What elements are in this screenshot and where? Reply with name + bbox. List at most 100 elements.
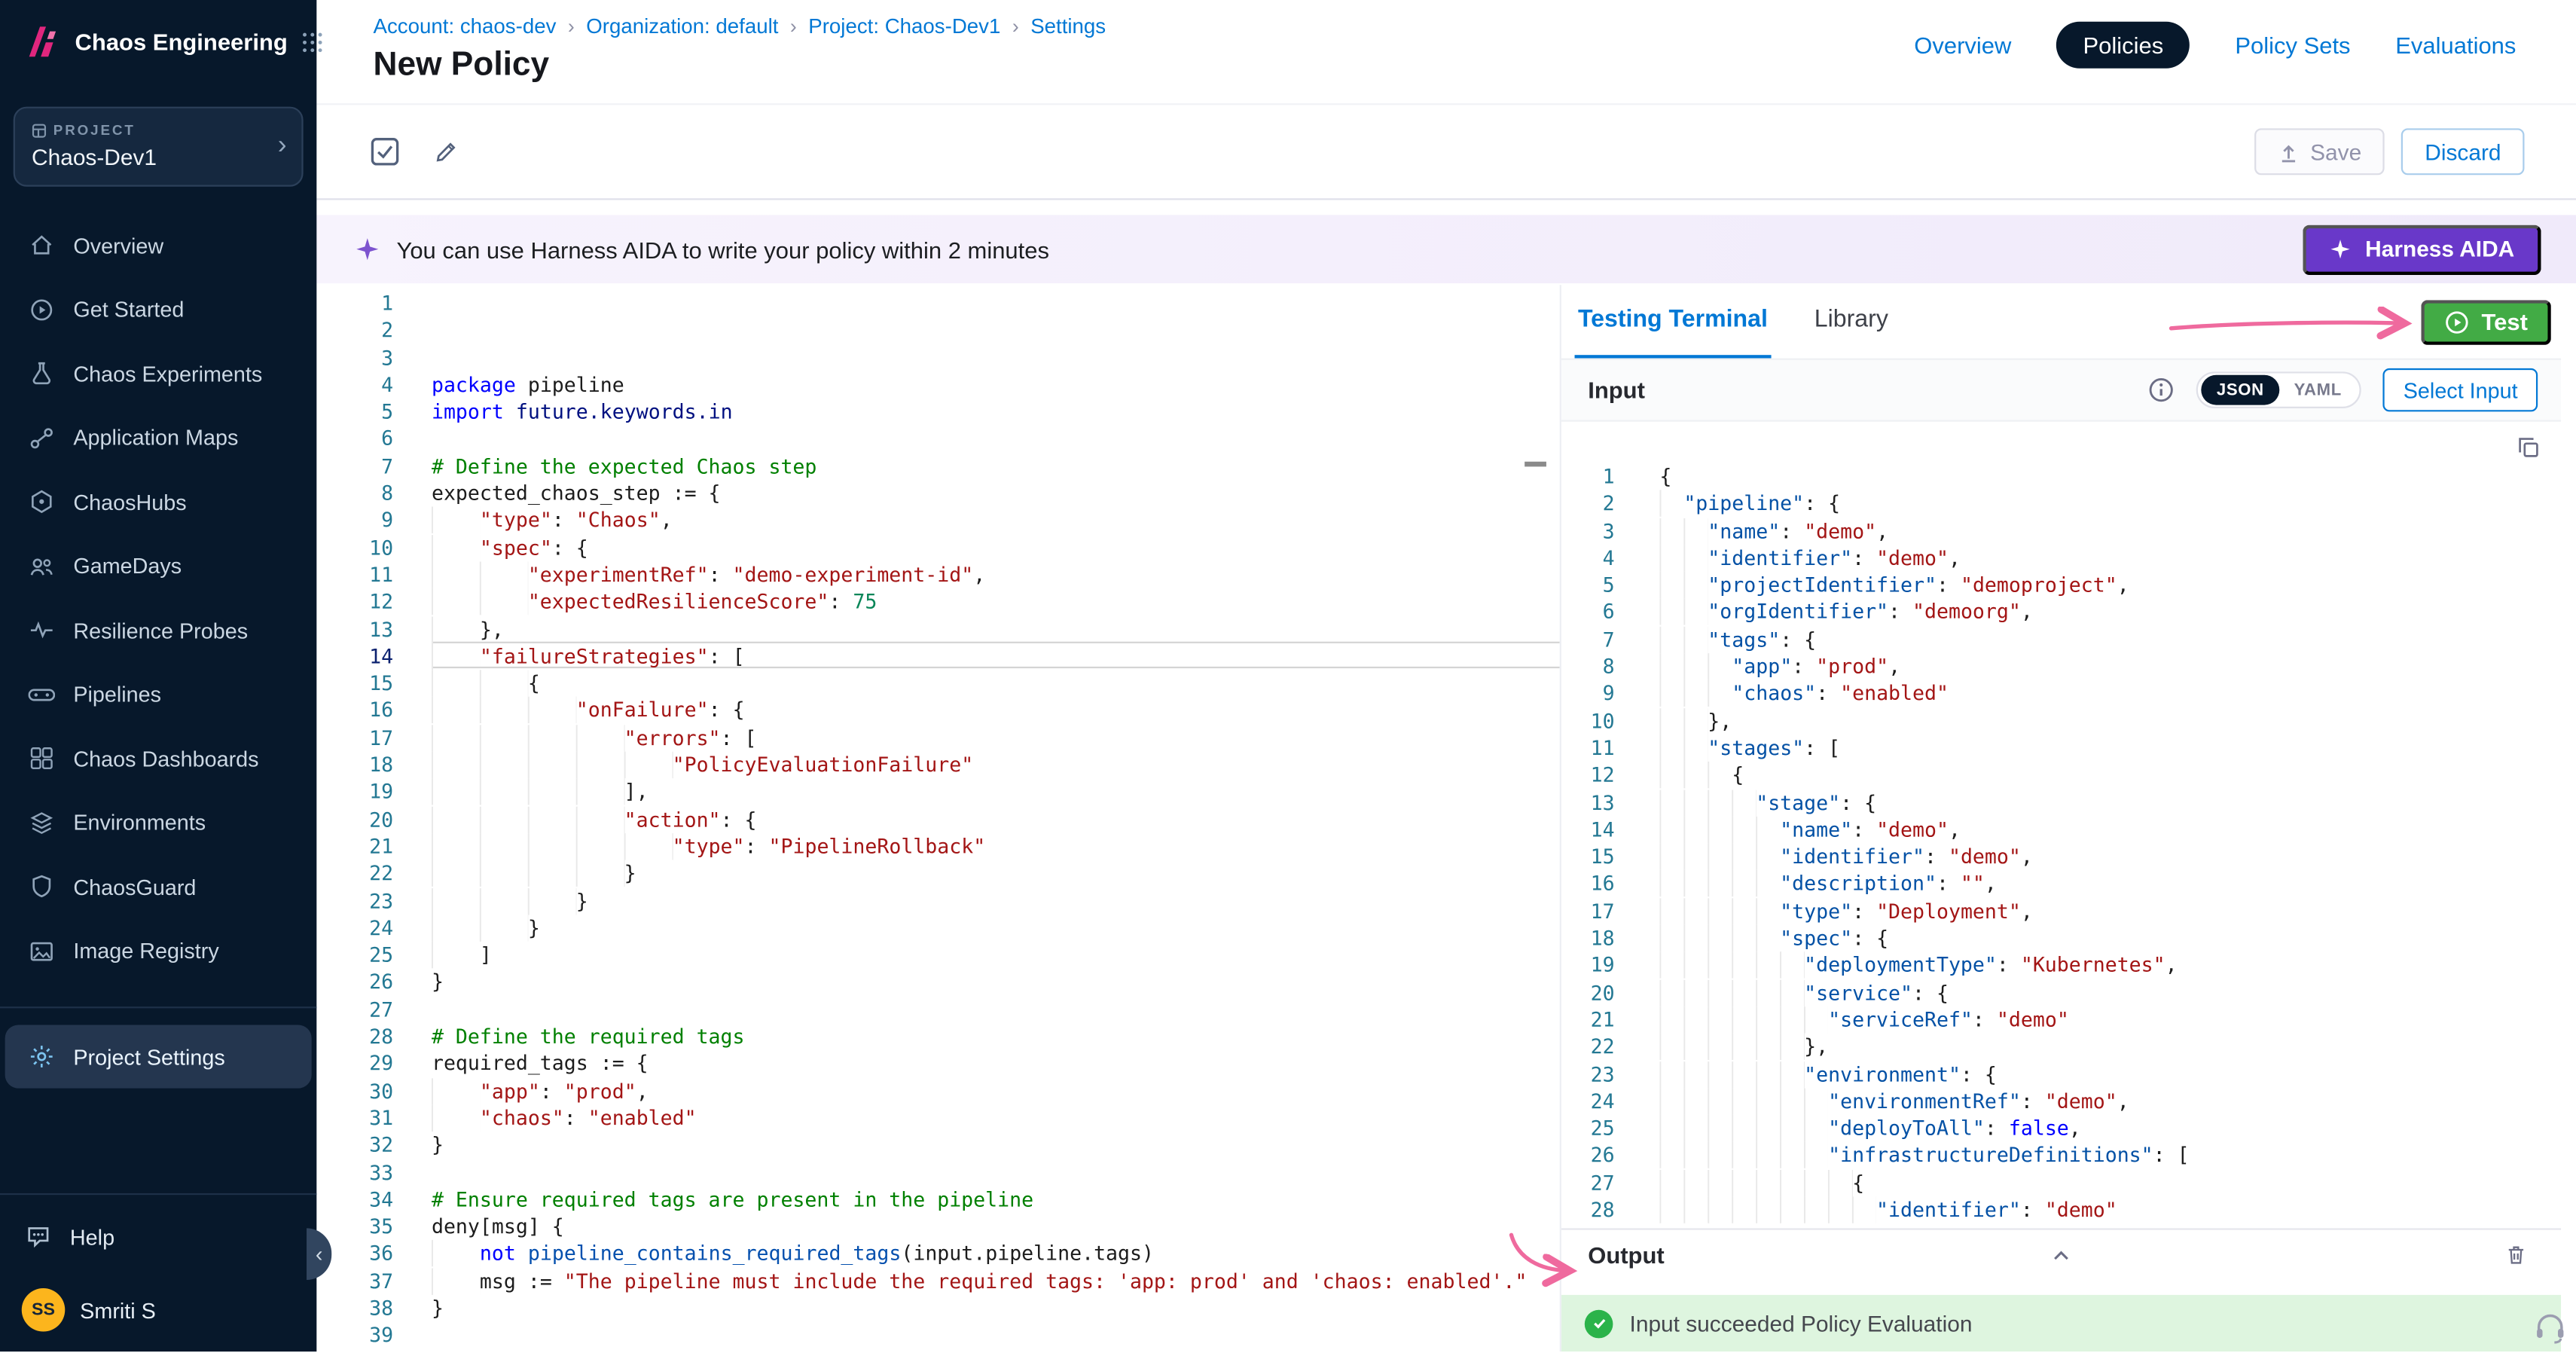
test-button[interactable]: Test	[2422, 299, 2551, 344]
policy-code-editor[interactable]: 1234567891011121314151617181920212223242…	[316, 285, 1559, 1351]
sidebar-item-resilience-probes[interactable]: Resilience Probes	[0, 598, 316, 662]
code-line[interactable]: "type": "Chaos",	[432, 507, 1560, 534]
project-selector[interactable]: PROJECT Chaos-Dev1 ›	[14, 107, 304, 187]
sidebar-item-get-started[interactable]: Get Started	[0, 277, 316, 341]
code-line[interactable]: "expectedResilienceScore": 75	[432, 588, 1560, 615]
code-line[interactable]: "name": "demo",	[1659, 817, 2561, 844]
code-line[interactable]: "service": {	[1659, 979, 2561, 1006]
code-line[interactable]: "spec": {	[432, 534, 1560, 561]
code-line[interactable]	[432, 1322, 1560, 1349]
code-line[interactable]: "infrastructureDefinitions": [	[1659, 1142, 2561, 1169]
tab-testing-terminal[interactable]: Testing Terminal	[1575, 285, 1772, 358]
code-line[interactable]: }	[432, 887, 1560, 915]
code-line[interactable]: "pipeline": {	[1659, 490, 2561, 518]
code-line[interactable]: import future.keywords.in	[432, 399, 1560, 426]
tab-library[interactable]: Library	[1811, 285, 1891, 358]
code-line[interactable]: msg := "The pipeline must include the re…	[432, 1268, 1560, 1295]
code-line[interactable]: }	[432, 915, 1560, 942]
module-switcher-icon[interactable]	[301, 31, 322, 53]
code-line[interactable]: "PolicyEvaluationFailure"	[432, 752, 1560, 779]
code-line[interactable]: "type": "Deployment",	[1659, 898, 2561, 925]
code-line[interactable]: "app": "prod",	[432, 1077, 1560, 1104]
sidebar-item-chaos-dashboards[interactable]: Chaos Dashboards	[0, 727, 316, 791]
code-line[interactable]: },	[1659, 1034, 2561, 1061]
breadcrumb-link-account-chaos-dev[interactable]: Account: chaos-dev	[374, 15, 557, 38]
help-button[interactable]: Help	[0, 1205, 316, 1268]
sidebar-item-chaosguard[interactable]: ChaosGuard	[0, 855, 316, 919]
code-line[interactable]: "identifier": "demo",	[1659, 545, 2561, 572]
sidebar-item-chaoshubs[interactable]: ChaosHubs	[0, 470, 316, 534]
code-line[interactable]: "chaos": "enabled"	[1659, 680, 2561, 707]
nav-overview[interactable]: Overview	[1914, 32, 2011, 58]
code-line[interactable]: {	[432, 670, 1560, 698]
code-line[interactable]: "spec": {	[1659, 925, 2561, 952]
breadcrumb-link-organization-default[interactable]: Organization: default	[586, 15, 778, 38]
sidebar-item-image-registry[interactable]: Image Registry	[0, 919, 316, 983]
trash-icon[interactable]	[2504, 1243, 2528, 1266]
nav-evaluations[interactable]: Evaluations	[2395, 32, 2516, 58]
code-line[interactable]: "environment": {	[1659, 1061, 2561, 1088]
code-line[interactable]: deny[msg] {	[432, 1214, 1560, 1241]
code-line[interactable]: "serviceRef": "demo"	[1659, 1006, 2561, 1034]
code-line[interactable]: }	[432, 1132, 1560, 1159]
chevron-up-icon[interactable]	[2049, 1242, 2074, 1267]
code-line[interactable]: # Define the required tags	[432, 1023, 1560, 1050]
code-line[interactable]: }	[432, 969, 1560, 996]
code-line[interactable]	[432, 426, 1560, 453]
sidebar-item-project-settings[interactable]: Project Settings	[5, 1025, 312, 1089]
breadcrumb-link-settings[interactable]: Settings	[1030, 15, 1106, 38]
code-line[interactable]: {	[1659, 762, 2561, 790]
code-line[interactable]: "deployToAll": false,	[1659, 1115, 2561, 1142]
code-line[interactable]: }	[432, 860, 1560, 887]
code-line[interactable]: package pipeline	[432, 371, 1560, 399]
save-button[interactable]: Save	[2255, 128, 2385, 175]
code-line[interactable]: not pipeline_contains_required_tags(inpu…	[432, 1241, 1560, 1268]
input-json-code[interactable]: { "pipeline": { "name": "demo", "identif…	[1659, 463, 2561, 1228]
code-line[interactable]: "errors": [	[432, 725, 1560, 752]
code-line[interactable]: "name": "demo",	[1659, 518, 2561, 545]
code-line[interactable]: }	[432, 1295, 1560, 1322]
harness-aida-button[interactable]: Harness AIDA	[2303, 224, 2541, 274]
toggle-json[interactable]: JSON	[2202, 375, 2279, 405]
code-line[interactable]: "failureStrategies": [	[432, 643, 1560, 670]
code-line[interactable]: "chaos": "enabled"	[432, 1104, 1560, 1132]
nav-policies[interactable]: Policies	[2056, 22, 2190, 69]
copy-icon[interactable]	[2516, 435, 2541, 467]
code-line[interactable]: ],	[432, 779, 1560, 806]
code-line[interactable]: "identifier": "demo",	[1659, 844, 2561, 871]
policy-code[interactable]: package pipelineimport future.keywords.i…	[432, 285, 1560, 1351]
code-line[interactable]: {	[1659, 1169, 2561, 1196]
code-line[interactable]: "deploymentType": "Kubernetes",	[1659, 952, 2561, 979]
code-line[interactable]	[432, 996, 1560, 1023]
info-icon[interactable]	[2148, 377, 2175, 403]
breadcrumb-link-project-chaos-dev1[interactable]: Project: Chaos-Dev1	[808, 15, 1000, 38]
code-line[interactable]: {	[1659, 463, 2561, 490]
sidebar-item-gamedays[interactable]: GameDays	[0, 534, 316, 598]
sidebar-item-chaos-experiments[interactable]: Chaos Experiments	[0, 342, 316, 406]
support-headset-icon[interactable]	[2533, 1310, 2568, 1353]
code-line[interactable]: "onFailure": {	[432, 698, 1560, 725]
code-line[interactable]: "experimentRef": "demo-experiment-id",	[432, 561, 1560, 588]
code-line[interactable]: "action": {	[432, 806, 1560, 833]
code-line[interactable]: # Ensure required tags are present in th…	[432, 1187, 1560, 1214]
code-line[interactable]: "stages": [	[1659, 735, 2561, 762]
code-line[interactable]: "projectIdentifier": "demoproject",	[1659, 572, 2561, 599]
sidebar-item-application-maps[interactable]: Application Maps	[0, 406, 316, 470]
code-line[interactable]	[432, 1159, 1560, 1187]
nav-policy-sets[interactable]: Policy Sets	[2235, 32, 2350, 58]
code-line[interactable]: "identifier": "demo"	[1659, 1196, 2561, 1223]
sidebar-item-pipelines[interactable]: Pipelines	[0, 662, 316, 726]
validate-policy-icon[interactable]	[370, 136, 400, 166]
toggle-yaml[interactable]: YAML	[2279, 375, 2357, 405]
code-line[interactable]: "environmentRef": "demo",	[1659, 1088, 2561, 1115]
code-line[interactable]: # Define the expected Chaos step	[432, 453, 1560, 480]
code-line[interactable]: ]	[432, 942, 1560, 969]
code-line[interactable]: "stage": {	[1659, 790, 2561, 817]
sidebar-item-environments[interactable]: Environments	[0, 791, 316, 855]
sidebar-item-overview[interactable]: Overview	[0, 213, 316, 277]
code-line[interactable]: },	[432, 616, 1560, 643]
code-line[interactable]: "type": "PipelineRollback"	[432, 833, 1560, 860]
code-line[interactable]: "orgIdentifier": "demoorg",	[1659, 599, 2561, 626]
discard-button[interactable]: Discard	[2401, 128, 2524, 175]
user-menu[interactable]: SS Smriti S	[0, 1268, 316, 1351]
